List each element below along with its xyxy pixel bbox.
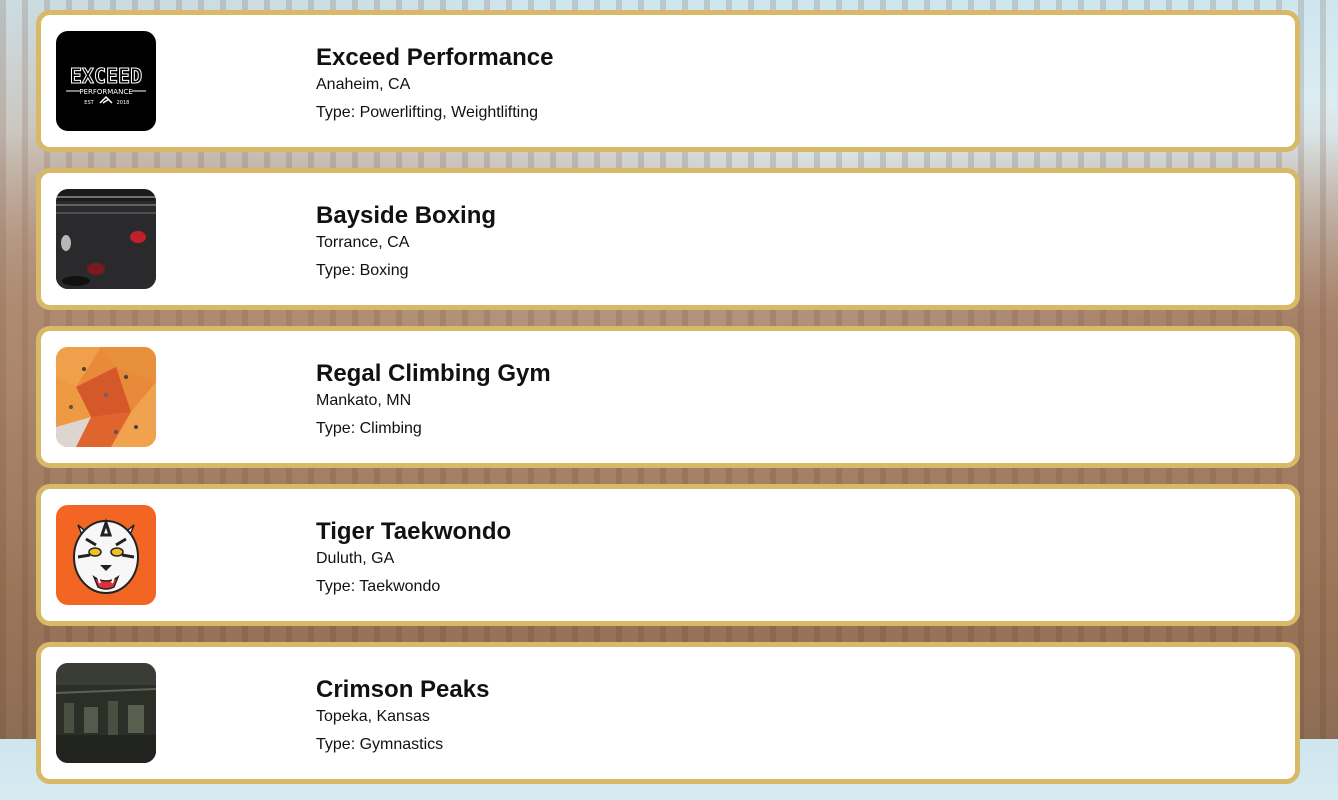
gym-interior-image [56, 663, 156, 763]
gym-info: Regal Climbing Gym Mankato, MN Type: Cli… [316, 359, 551, 439]
logo-right: 2018 [117, 100, 130, 106]
logo-left: EST [84, 100, 94, 106]
gym-logo-tiger [56, 505, 156, 605]
climbing-wall-image [56, 347, 156, 447]
gym-card[interactable]: Regal Climbing Gym Mankato, MN Type: Cli… [36, 326, 1300, 468]
gym-name[interactable]: Bayside Boxing [316, 201, 496, 231]
tiger-logo-image [56, 505, 156, 605]
gym-name[interactable]: Regal Climbing Gym [316, 359, 551, 389]
gym-name[interactable]: Tiger Taekwondo [316, 517, 511, 547]
logo-title: EXCEED [70, 64, 142, 88]
gym-photo-regal [56, 347, 156, 447]
gym-type: Type: Powerlifting, Weightlifting [316, 104, 539, 121]
gym-photo-crimson [56, 663, 156, 763]
gym-card[interactable]: Tiger Taekwondo Duluth, GA Type: Taekwon… [36, 484, 1300, 626]
boxing-ring-image [56, 189, 156, 289]
gym-type: Type: Taekwondo [316, 578, 441, 595]
gym-name[interactable]: Exceed Performance [316, 43, 553, 73]
gym-card[interactable]: Bayside Boxing Torrance, CA Type: Boxing [36, 168, 1300, 310]
gym-type: Type: Gymnastics [316, 736, 444, 753]
gym-list: EXCEED PERFORMANCE EST 2018 Exceed Perfo… [36, 10, 1300, 800]
exceed-logo-image: EXCEED PERFORMANCE EST 2018 [56, 31, 156, 131]
gym-location: Anaheim, CA [316, 76, 411, 93]
gym-type: Type: Climbing [316, 420, 422, 437]
gym-info: Crimson Peaks Topeka, Kansas Type: Gymna… [316, 675, 489, 755]
gym-type: Type: Boxing [316, 262, 409, 279]
gym-card[interactable]: EXCEED PERFORMANCE EST 2018 Exceed Perfo… [36, 10, 1300, 152]
logo-subtitle: PERFORMANCE [79, 88, 132, 96]
gym-location: Torrance, CA [316, 234, 410, 251]
gym-location: Topeka, Kansas [316, 708, 430, 725]
gym-info: Tiger Taekwondo Duluth, GA Type: Taekwon… [316, 517, 511, 597]
gym-location: Duluth, GA [316, 550, 395, 567]
gym-photo-bayside [56, 189, 156, 289]
gym-card[interactable]: Crimson Peaks Topeka, Kansas Type: Gymna… [36, 642, 1300, 784]
gym-name[interactable]: Crimson Peaks [316, 675, 489, 705]
gym-location: Mankato, MN [316, 392, 412, 409]
gym-logo-exceed: EXCEED PERFORMANCE EST 2018 [56, 31, 156, 131]
gym-info: Exceed Performance Anaheim, CA Type: Pow… [316, 43, 553, 123]
gym-info: Bayside Boxing Torrance, CA Type: Boxing [316, 201, 496, 281]
